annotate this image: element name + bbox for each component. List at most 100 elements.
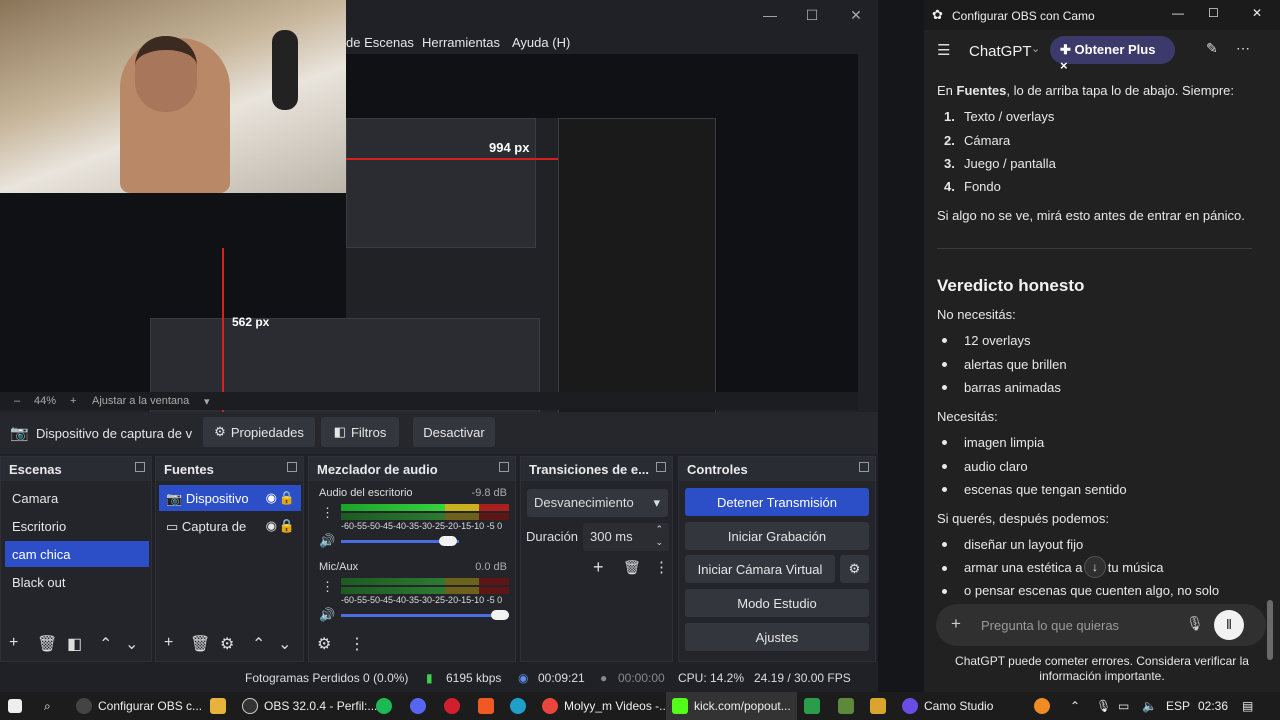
scene-item[interactable]: Camara [5,485,149,511]
clock[interactable]: 02:36 [1198,692,1228,720]
gear-icon[interactable]: ⚙ [220,634,234,654]
input-language[interactable]: ESP [1166,692,1190,720]
get-plus-button[interactable]: ✚ Obtener Plus × [1050,36,1175,73]
microphone-icon[interactable]: 🎙 [1186,615,1204,632]
kebab-icon[interactable]: ⋮ [321,579,334,595]
scene-item[interactable]: Escritorio [5,513,149,539]
kebab-icon[interactable]: ⋮ [321,505,334,521]
gear-icon[interactable]: ⚙ [317,634,331,654]
scrollbar[interactable] [1267,600,1273,660]
close-icon[interactable]: × [1060,58,1068,73]
model-selector[interactable]: ChatGPT [969,43,1032,60]
popout-icon[interactable] [135,462,145,472]
stop-streaming-button[interactable]: Detener Transmisión [685,488,869,516]
drive-icon[interactable] [804,692,820,720]
kebab-icon[interactable]: ⋮ [349,634,365,654]
maximize-icon[interactable]: ☐ [790,0,834,30]
popout-icon[interactable] [656,462,666,472]
meter-ticks: -60-55-50-45-40-35-30-25-20-15-10 -5 0 [341,521,503,531]
search-icon[interactable]: ⌕ [44,692,51,720]
chevron-up-icon[interactable]: ⌃ [1070,692,1080,720]
taskbar-item-chatgpt[interactable]: Configurar OBS c... [76,692,202,720]
trash-icon[interactable]: 🗑 [623,559,641,576]
filters-button[interactable]: ◧ Filtros [321,417,399,447]
zoom-in-icon[interactable]: + [70,395,76,407]
weather-icon[interactable] [1034,692,1050,720]
popout-icon[interactable] [859,462,869,472]
volume-slider[interactable] [341,614,509,617]
more-icon[interactable]: ⋯ [1236,40,1250,57]
eye-icon[interactable]: ◉ [266,518,277,534]
voice-mode-icon[interactable]: ⦀ [1214,610,1244,640]
close-icon[interactable]: ✕ [1252,6,1262,20]
windows-start-icon[interactable] [8,692,22,720]
deactivate-button[interactable]: Desactivar [413,417,495,447]
menu-help[interactable]: Ayuda (H) [512,35,570,50]
lock-icon[interactable]: 🔒 [279,518,295,534]
menu-scene-collection[interactable]: de Escenas [346,35,414,50]
scene-item-selected[interactable]: cam chica [5,541,149,567]
trash-icon[interactable]: 🗑 [37,634,57,654]
edge-icon[interactable] [510,692,526,720]
chevron-down-icon[interactable]: ⌄ [1031,42,1040,55]
app-icon[interactable] [870,692,886,720]
opera-icon[interactable] [444,692,460,720]
chevron-down-icon[interactable]: ▾ [204,395,210,408]
volume-knob[interactable] [491,610,509,620]
speaker-icon[interactable]: 🔊 [319,533,335,549]
eye-icon[interactable]: ◉ [266,490,277,506]
popout-icon[interactable] [287,462,297,472]
close-icon[interactable]: ✕ [834,0,878,30]
maximize-icon[interactable]: ☐ [1208,6,1219,20]
zoom-out-icon[interactable]: – [14,395,20,407]
chevron-up-icon[interactable]: ⌃ [252,634,265,654]
scene-item[interactable]: Black out [5,569,149,595]
file-explorer-icon[interactable] [210,692,226,720]
taskbar-item-camo[interactable]: Camo Studio [902,692,993,720]
add-icon[interactable]: + [164,634,173,652]
trash-icon[interactable]: 🗑 [190,634,210,654]
start-virtual-camera-button[interactable]: Iniciar Cámara Virtual [685,555,835,583]
menu-icon[interactable]: ☰ [937,41,950,59]
discord-icon[interactable] [410,692,426,720]
network-icon[interactable]: ▭ [1118,692,1129,720]
microphone-icon[interactable]: 🎙 [1096,692,1111,720]
source-item-selected[interactable]: 📷 Dispositivo ◉ 🔒 [159,485,301,511]
duration-field[interactable]: 300 ms ⌃ ⌄ [583,523,669,551]
minecraft-icon[interactable] [838,692,854,720]
stepper-icon[interactable]: ⌃ ⌄ [655,523,663,549]
brave-icon[interactable] [478,692,494,720]
source-item[interactable]: ▭ Captura de ◉ 🔒 [159,513,301,539]
volume-icon[interactable]: 🔈 [1142,692,1157,720]
menu-tools[interactable]: Herramientas [422,35,500,50]
kebab-icon[interactable]: ⋮ [654,558,669,576]
minimize-icon[interactable]: — [1172,6,1184,20]
filter-icon[interactable]: ◧ [67,634,82,654]
spotify-icon[interactable] [376,692,392,720]
transition-select[interactable]: Desvanecimiento ▾ [527,489,668,517]
speaker-icon[interactable]: 🔊 [319,607,335,623]
taskbar-item-chrome[interactable]: Molyy_m Videos -... [542,692,669,720]
studio-mode-button[interactable]: Modo Estudio [685,589,869,617]
taskbar-item-kick[interactable]: kick.com/popout... [666,692,797,720]
volume-knob[interactable] [439,536,457,546]
gear-icon[interactable]: ⚙ [840,555,869,583]
start-recording-button[interactable]: Iniciar Grabación [685,522,869,550]
notifications-icon[interactable]: ▤ [1242,692,1253,720]
fit-window-label[interactable]: Ajustar a la ventana [92,395,189,407]
settings-button[interactable]: Ajustes [685,623,869,651]
scroll-down-icon[interactable]: ↓ [1084,556,1106,578]
add-icon[interactable]: + [9,634,18,652]
properties-button[interactable]: ⚙ Propiedades [203,417,315,447]
popout-icon[interactable] [499,462,509,472]
lock-icon[interactable]: 🔒 [279,490,295,506]
edit-icon[interactable]: ✎ [1206,40,1218,57]
chevron-up-icon[interactable]: ⌃ [99,634,112,654]
plus-icon[interactable]: + [951,614,961,634]
chevron-down-icon[interactable]: ⌄ [125,634,138,654]
prompt-input[interactable]: + Pregunta lo que quieras 🎙 ⦀ [936,604,1266,646]
taskbar-item-obs[interactable]: OBS 32.0.4 - Perfil:... [242,692,377,720]
minimize-icon[interactable]: — [748,0,792,30]
add-icon[interactable]: + [593,557,604,578]
chevron-down-icon[interactable]: ⌄ [278,634,291,654]
